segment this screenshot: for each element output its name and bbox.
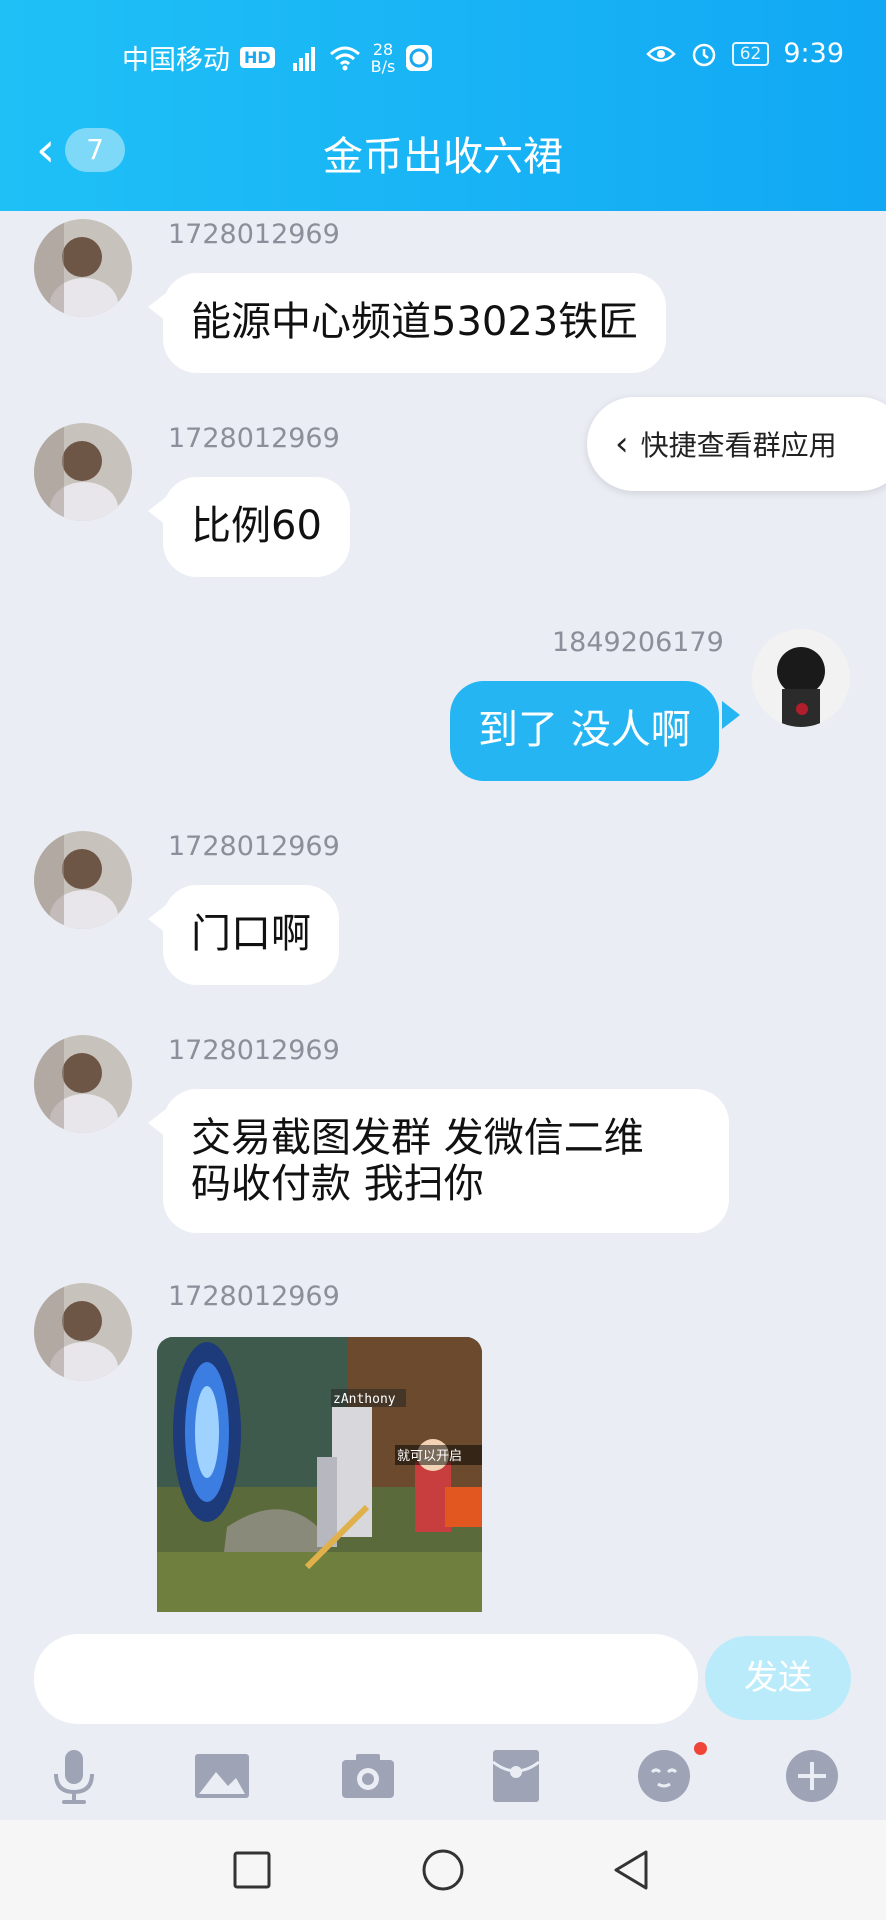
chat-header: 中国移动 HD 28 B/s 62 9:39 ‹ 7 金币出收六裙 <box>0 0 886 211</box>
avatar[interactable] <box>34 219 132 317</box>
camera-icon[interactable] <box>338 1746 398 1806</box>
message-bubble[interactable]: 能源中心频道53023铁匠 <box>163 273 667 373</box>
back-triangle-icon[interactable] <box>610 1848 652 1892</box>
quick-view-group-apps-button[interactable]: ‹ 快捷查看群应用 <box>587 397 886 491</box>
image-caption: zAnthony <box>333 1392 396 1407</box>
red-packet-icon[interactable] <box>486 1746 546 1806</box>
carrier-name: 中国移动 <box>122 45 230 76</box>
avatar[interactable] <box>34 423 132 521</box>
bubble-tail <box>722 701 740 729</box>
system-navigation-bar <box>0 1820 886 1920</box>
game-screenshot-image: zAnthony 就可以开启 <box>157 1337 482 1612</box>
quick-view-label: 快捷查看群应用 <box>640 429 837 462</box>
message-bubble[interactable]: 比例60 <box>163 477 350 577</box>
network-speed: 28 B/s <box>371 41 396 75</box>
avatar[interactable] <box>34 1035 132 1133</box>
sender-name: 1728012969 <box>168 423 340 454</box>
sender-name: 1728012969 <box>168 219 340 250</box>
hd-badge: HD <box>240 47 275 68</box>
message-line: 交易截图发群 发微信二维 <box>191 1115 644 1161</box>
speed-unit: B/s <box>370 56 396 76</box>
message-line: 码收付款 我扫你 <box>191 1161 484 1207</box>
signal-icon <box>292 46 315 71</box>
chevron-left-icon: ‹ <box>615 424 629 464</box>
plus-icon[interactable] <box>782 1746 842 1806</box>
home-circle-icon[interactable] <box>421 1848 465 1892</box>
recents-square-icon[interactable] <box>232 1850 272 1890</box>
alarm-icon <box>692 43 715 66</box>
message-bubble[interactable]: 门口啊 <box>163 885 339 985</box>
sender-name: 1849206179 <box>552 627 724 658</box>
toolbar <box>0 1742 886 1812</box>
status-bar: 中国移动 HD 28 B/s 62 9:39 <box>0 30 886 80</box>
clock: 9:39 <box>783 38 844 69</box>
avatar[interactable] <box>34 1283 132 1381</box>
microphone-icon[interactable] <box>44 1746 104 1806</box>
image-icon[interactable] <box>192 1746 252 1806</box>
sender-name: 1728012969 <box>168 1035 340 1066</box>
sender-name: 1728012969 <box>168 1281 340 1312</box>
message-input[interactable] <box>34 1634 698 1724</box>
page-title: 金币出收六裙 <box>323 134 563 180</box>
app-notification-icon <box>406 44 433 71</box>
wifi-icon <box>329 46 360 70</box>
image-message[interactable]: zAnthony 就可以开启 <box>157 1337 482 1612</box>
battery-indicator: 62 <box>731 41 770 66</box>
avatar[interactable] <box>752 629 850 727</box>
message-bubble[interactable]: 到了 没人啊 <box>450 681 719 781</box>
input-bar: 发送 <box>0 1620 886 1820</box>
notification-dot <box>694 1742 707 1755</box>
sender-name: 1728012969 <box>168 831 340 862</box>
message-bubble[interactable]: 交易截图发群 发微信二维 码收付款 我扫你 <box>163 1089 729 1233</box>
message-list[interactable]: 1728012969 能源中心频道53023铁匠 ‹ 快捷查看群应用 17280… <box>0 211 886 1631</box>
speed-value: 28 <box>372 39 394 59</box>
send-button[interactable]: 发送 <box>705 1636 851 1720</box>
eye-icon <box>645 45 676 62</box>
emoji-icon[interactable] <box>634 1746 694 1806</box>
avatar[interactable] <box>34 831 132 929</box>
image-overlay-text: 就可以开启 <box>397 1449 462 1464</box>
